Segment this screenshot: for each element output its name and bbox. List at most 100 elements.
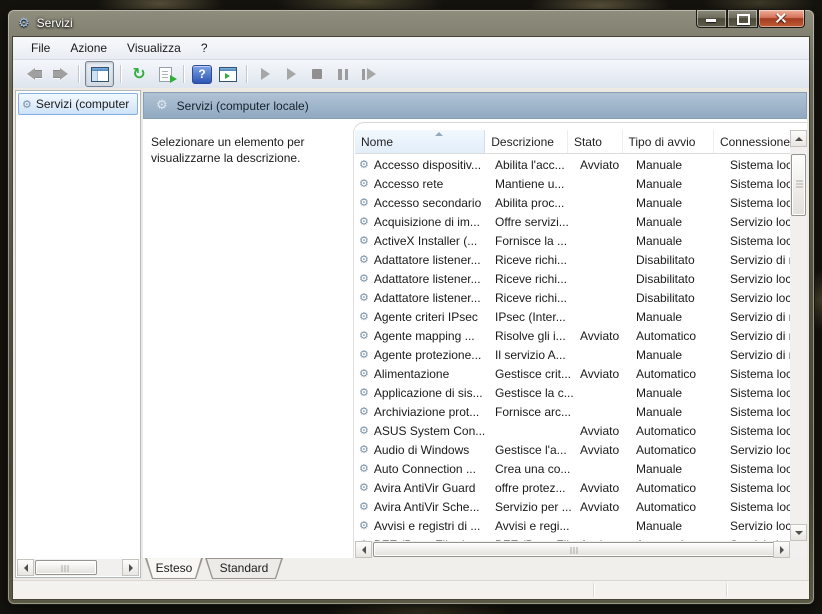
console-tree-pane: ⚙ Servizi (computer	[15, 90, 141, 578]
play-icon	[287, 68, 296, 80]
table-row[interactable]: ⚙Adattatore listener...Riceve richi...Di…	[355, 288, 790, 307]
play-icon	[261, 68, 270, 80]
table-row[interactable]: ⚙Archiviazione prot...Fornisce arc...Man…	[355, 402, 790, 421]
service-gear-icon: ⚙	[359, 425, 369, 436]
scrollbar-grip	[571, 547, 580, 554]
cell-connessione: Servizio locale	[724, 440, 790, 459]
table-row[interactable]: ⚙Adattatore listener...Riceve richi...Di…	[355, 269, 790, 288]
service-gear-icon: ⚙	[359, 178, 369, 189]
table-row[interactable]: ⚙Avvisi e registri di ...Avvisi e regi..…	[355, 516, 790, 535]
service-gear-icon: ⚙	[359, 330, 369, 341]
menu-item-visualizza[interactable]: Visualizza	[117, 38, 191, 58]
stop-icon	[312, 69, 322, 79]
service-name: Auto Connection ...	[374, 462, 476, 476]
service-name: Avira AntiVir Sche...	[374, 500, 480, 514]
cell-connessione: Servizio locale	[724, 212, 790, 231]
cell-tipo-avvio: Disabilitato	[630, 250, 724, 269]
scroll-left-button[interactable]	[355, 541, 372, 558]
minimize-button[interactable]	[696, 10, 727, 28]
toolbar-separator	[183, 65, 184, 83]
cell-tipo-avvio: Manuale	[630, 459, 724, 478]
table-row[interactable]: ⚙ActiveX Installer (...Fornisce la ...Ma…	[355, 231, 790, 250]
table-row[interactable]: ⚙Audio di WindowsGestisce l'a...AvviatoA…	[355, 440, 790, 459]
scrollbar-grip	[62, 565, 71, 572]
cell-stato	[574, 345, 630, 364]
stop-service-button[interactable]	[305, 63, 329, 85]
scroll-up-button[interactable]	[790, 130, 807, 147]
table-row[interactable]: ⚙Avira AntiVir Guardoffre protez...Avvia…	[355, 478, 790, 497]
scroll-down-button[interactable]	[790, 524, 807, 541]
back-button[interactable]	[22, 63, 46, 85]
service-name: Agente mapping ...	[374, 329, 475, 343]
pane-header-title: Servizi (computer locale)	[177, 99, 309, 113]
table-row[interactable]: ⚙Acquisizione di im...Offre servizi...Ma…	[355, 212, 790, 231]
column-header-tipo-di-avvio[interactable]: Tipo di avvio	[623, 130, 714, 153]
scrollbar-thumb[interactable]	[373, 542, 777, 557]
console-tree-toggle-button[interactable]	[85, 61, 114, 87]
service-name: Avira AntiVir Guard	[374, 481, 476, 495]
description-placeholder: Selezionare un elemento per visualizzarn…	[151, 134, 347, 166]
table-row[interactable]: ⚙Accesso reteMantiene u...ManualeSistema…	[355, 174, 790, 193]
table-row[interactable]: ⚙Agente protezione...Il servizio A...Man…	[355, 345, 790, 364]
start-service-button[interactable]	[253, 63, 277, 85]
cell-stato: Avviato	[574, 364, 630, 383]
service-gear-icon: ⚙	[359, 444, 369, 455]
cell-descrizione: Mantiene u...	[489, 174, 574, 193]
services-window: ⚙ Servizi FileAzioneVisualizza? ↻ ?	[8, 10, 814, 604]
cell-tipo-avvio: Manuale	[630, 402, 724, 421]
scrollbar-thumb[interactable]	[791, 154, 806, 216]
service-gear-icon: ⚙	[359, 159, 369, 170]
cell-connessione: Sistema locale	[724, 231, 790, 250]
scrollbar-thumb[interactable]	[35, 560, 97, 575]
table-row[interactable]: ⚙Accesso dispositiv...Abilita l'acc...Av…	[355, 155, 790, 174]
tab-standard[interactable]: Standard	[205, 558, 283, 579]
tab-esteso[interactable]: Esteso	[145, 558, 203, 579]
table-row[interactable]: ⚙Agente mapping ...Risolve gli i...Avvia…	[355, 326, 790, 345]
cell-descrizione: Fornisce arc...	[489, 402, 574, 421]
service-gear-icon: ⚙	[359, 368, 369, 379]
scroll-right-button[interactable]	[773, 541, 790, 558]
horizontal-scrollbar[interactable]	[355, 541, 790, 558]
menu-item-azione[interactable]: Azione	[60, 38, 117, 58]
scroll-right-button[interactable]	[122, 559, 139, 576]
column-header-nome[interactable]: Nome	[355, 130, 485, 153]
content-pane: ⚙ Servizi (computer locale) Selezionare …	[143, 90, 807, 580]
table-row[interactable]: ⚙Adattatore listener...Riceve richi...Di…	[355, 250, 790, 269]
title-bar[interactable]: ⚙ Servizi	[8, 10, 814, 36]
table-row[interactable]: ⚙Agente criteri IPsecIPsec (Inter...Manu…	[355, 307, 790, 326]
refresh-button[interactable]: ↻	[127, 63, 151, 85]
sidebar-horizontal-scrollbar[interactable]	[17, 559, 139, 576]
action-pane-toggle-button[interactable]	[216, 63, 240, 85]
menu-item-file[interactable]: File	[21, 38, 60, 58]
table-row[interactable]: ⚙Auto Connection ...Crea una co...Manual…	[355, 459, 790, 478]
restart-service-button[interactable]	[357, 63, 381, 85]
cell-stato	[574, 174, 630, 193]
column-header-descrizione[interactable]: Descrizione	[485, 130, 568, 153]
service-gear-icon: ⚙	[359, 520, 369, 531]
maximize-button[interactable]	[727, 10, 758, 28]
pause-service-button[interactable]	[331, 63, 355, 85]
cell-stato: Avviato	[574, 478, 630, 497]
resume-service-button[interactable]	[279, 63, 303, 85]
table-row[interactable]: ⚙Accesso secondarioAbilita proc...Manual…	[355, 193, 790, 212]
column-header-connessione[interactable]: Connessione	[714, 130, 790, 153]
cell-connessione: Servizio di rete	[724, 326, 790, 345]
vertical-scrollbar[interactable]	[790, 130, 807, 541]
service-name: Agente criteri IPsec	[374, 310, 478, 324]
column-header-stato[interactable]: Stato	[568, 130, 623, 153]
close-icon	[775, 13, 787, 24]
scroll-left-button[interactable]	[17, 559, 34, 576]
cell-descrizione	[489, 421, 574, 440]
table-row[interactable]: ⚙AlimentazioneGestisce crit...AvviatoAut…	[355, 364, 790, 383]
table-row[interactable]: ⚙Applicazione di sis...Gestisce la c...M…	[355, 383, 790, 402]
sidebar-item-servizi[interactable]: ⚙ Servizi (computer	[18, 93, 138, 115]
forward-button[interactable]	[48, 63, 72, 85]
help-button[interactable]: ?	[190, 63, 214, 85]
menu-item-help[interactable]: ?	[191, 38, 218, 58]
close-button[interactable]	[758, 10, 805, 28]
export-list-button[interactable]	[153, 63, 177, 85]
console-main: ⚙ Servizi (computer ⚙ Servizi (computer …	[13, 88, 809, 580]
table-row[interactable]: ⚙Avira AntiVir Sche...Servizio per ...Av…	[355, 497, 790, 516]
table-row[interactable]: ⚙ASUS System Con...AvviatoAutomaticoSist…	[355, 421, 790, 440]
arrow-right-icon	[780, 546, 784, 554]
